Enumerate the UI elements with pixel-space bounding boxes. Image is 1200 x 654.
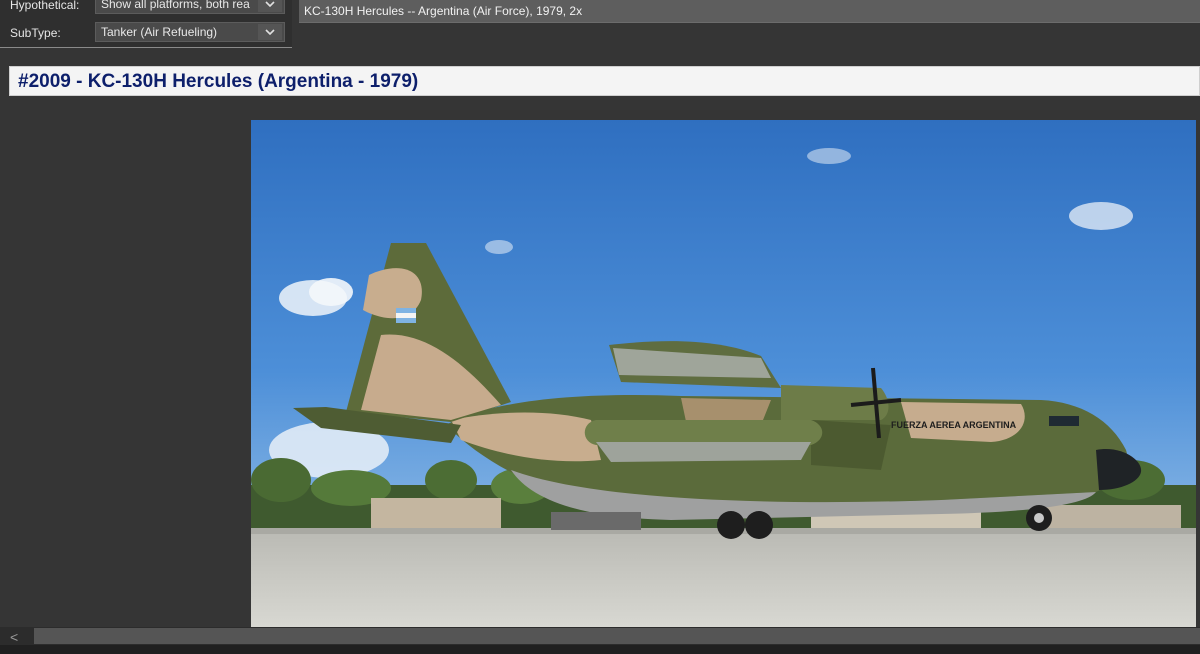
horizontal-scrollbar[interactable]: < bbox=[0, 627, 1200, 645]
hypothetical-select[interactable]: Show all platforms, both rea bbox=[95, 0, 285, 14]
selection-area: KC-130H Hercules -- Argentina (Air Force… bbox=[292, 0, 1200, 55]
subtype-filter-row: SubType: Tanker (Air Refueling) bbox=[0, 22, 292, 44]
filter-panel: Hypothetical: Show all platforms, both r… bbox=[0, 0, 293, 48]
page-title-bar: #2009 - KC-130H Hercules (Argentina - 19… bbox=[9, 66, 1200, 96]
subtype-select-value: Tanker (Air Refueling) bbox=[101, 25, 218, 39]
chevron-down-icon[interactable] bbox=[258, 0, 282, 12]
app-window: Hypothetical: Show all platforms, both r… bbox=[0, 0, 1200, 654]
bottom-tab-strip bbox=[0, 645, 1200, 654]
fuselage-lettering: FUERZA AEREA ARGENTINA bbox=[891, 420, 1017, 430]
scrollbar-thumb[interactable] bbox=[34, 628, 1200, 644]
aircraft-photo: FUERZA AEREA ARGENTINA bbox=[251, 120, 1196, 627]
hypothetical-select-value: Show all platforms, both rea bbox=[101, 0, 250, 11]
aircraft-photo-illustration: FUERZA AEREA ARGENTINA bbox=[251, 120, 1196, 627]
subtype-select[interactable]: Tanker (Air Refueling) bbox=[95, 22, 285, 42]
hypothetical-filter-row: Hypothetical: Show all platforms, both r… bbox=[0, 0, 292, 16]
selected-item-field[interactable]: KC-130H Hercules -- Argentina (Air Force… bbox=[299, 0, 1200, 23]
hypothetical-label: Hypothetical: bbox=[10, 0, 80, 12]
subtype-label: SubType: bbox=[10, 26, 61, 40]
chevron-left-icon[interactable]: < bbox=[10, 629, 18, 645]
chevron-down-icon[interactable] bbox=[258, 24, 282, 40]
page-title: #2009 - KC-130H Hercules (Argentina - 19… bbox=[18, 71, 419, 92]
selected-item-text: KC-130H Hercules -- Argentina (Air Force… bbox=[304, 4, 583, 18]
